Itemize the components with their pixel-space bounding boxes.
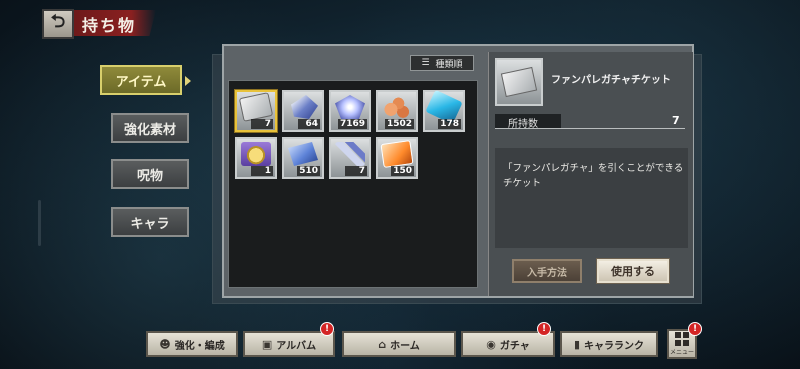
detail-item-image (495, 58, 543, 106)
item-slot[interactable]: 64 (282, 90, 324, 132)
side-scroll-indicator (38, 200, 41, 246)
sword-icon (335, 142, 365, 166)
nav-enhance-formation[interactable]: ☻ 強化・編成 (146, 331, 238, 357)
tab-enhance-materials[interactable]: 強化素材 (111, 113, 189, 143)
item-quantity: 510 (297, 166, 320, 176)
item-slot[interactable]: 7 (329, 137, 371, 179)
item-quantity: 64 (298, 119, 320, 129)
item-quantity: 1 (251, 166, 273, 176)
orange-ticket-icon (380, 140, 414, 168)
character-rank-icon: ▮ (573, 337, 581, 351)
item-quantity: 7169 (337, 119, 367, 129)
item-slot[interactable]: 178 (423, 89, 465, 132)
notification-badge: ! (688, 322, 702, 336)
gacha-icon: ◉ (486, 337, 496, 351)
use-button[interactable]: 使用する (597, 259, 669, 283)
notification-badge: ! (320, 322, 334, 336)
nav-album[interactable]: ▣ アルバム (243, 331, 335, 357)
item-slot[interactable]: 1 (235, 137, 277, 179)
item-quantity: 1502 (384, 119, 414, 129)
ticket-icon (238, 92, 274, 122)
item-name: ファンパレガチャチケット (551, 75, 671, 86)
owned-count-value: 7 (672, 114, 680, 127)
menu-grid-icon (675, 332, 689, 346)
ticket-icon (500, 66, 538, 98)
nav-label: ガチャ (499, 340, 530, 352)
nav-label: 強化・編成 (174, 340, 225, 352)
tab-items[interactable]: アイテム (100, 65, 182, 95)
gold-medal-icon (241, 142, 271, 166)
how-to-get-button[interactable]: 入手方法 (512, 259, 582, 283)
item-quantity: 150 (391, 166, 414, 176)
nav-character-rank[interactable]: ▮ キャラランク (560, 331, 658, 357)
notification-badge: ! (537, 322, 551, 336)
active-tab-arrow-icon (185, 76, 191, 86)
blue-sheet-icon (288, 142, 318, 166)
item-quantity: 7 (251, 119, 273, 129)
orange-leaves-icon (382, 95, 412, 119)
back-arrow-icon: ⮌ (50, 11, 66, 32)
page-title: 持ち物 (82, 16, 137, 35)
home-icon: ⌂ (378, 337, 387, 351)
divider (495, 128, 685, 129)
nav-label: ホーム (390, 340, 420, 352)
blue-shards-icon (291, 95, 318, 119)
nav-label: キャラランク (584, 340, 645, 352)
crystal-icon (335, 95, 365, 119)
sort-button[interactable]: ☰ 種類順 (410, 55, 474, 71)
item-slot[interactable]: 150 (376, 137, 418, 179)
list-sort-icon: ☰ (421, 58, 430, 68)
item-description: 「ファンパレガチャ」を引くことができるチケット (503, 163, 684, 189)
item-quantity: 178 (438, 119, 461, 129)
item-quantity: 7 (345, 166, 367, 176)
item-slot[interactable]: 7169 (329, 90, 371, 132)
item-slot[interactable]: 1502 (376, 90, 418, 132)
nav-home[interactable]: ⌂ ホーム (342, 331, 456, 357)
tab-cursed-objects[interactable]: 呪物 (111, 159, 189, 189)
menu-label: メニュー (669, 349, 694, 356)
back-button[interactable]: ⮌ (42, 9, 74, 39)
sort-label: 種類順 (435, 59, 463, 70)
album-icon: ▣ (261, 337, 273, 351)
item-slot[interactable]: 510 (282, 137, 324, 179)
nav-label: アルバム (276, 340, 317, 352)
tab-characters[interactable]: キャラ (111, 207, 189, 237)
item-slot[interactable]: 7 (235, 90, 277, 132)
people-icon: ☻ (159, 337, 171, 351)
